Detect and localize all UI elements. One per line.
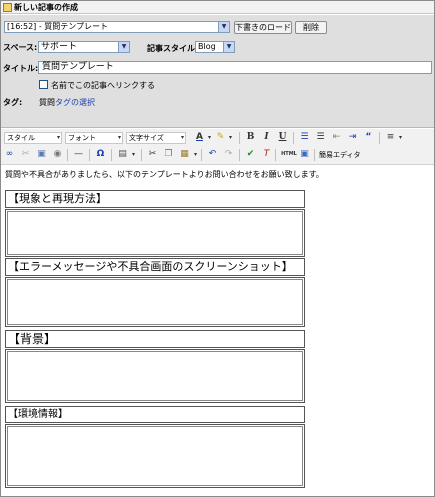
editor-content[interactable]: 質問や不具合がありましたら、以下のテンプレートよりお問い合わせをお願い致します。… — [1, 166, 434, 496]
section-body[interactable] — [5, 424, 305, 488]
space-label: スペース: — [3, 43, 38, 52]
chevron-down-icon: ▼ — [223, 42, 234, 52]
title-input[interactable]: 質問テンプレート — [38, 61, 432, 74]
bullet-list-icon[interactable]: ☰ — [315, 132, 326, 143]
link-icon[interactable]: ∞ — [4, 149, 15, 160]
chevron-down-icon: ▼ — [118, 42, 129, 52]
toolbar-separator — [89, 149, 90, 161]
unlink-icon[interactable]: ✂ — [20, 149, 31, 160]
tag-select-link[interactable]: タグの選択 — [55, 97, 95, 108]
article-style-select[interactable]: Blog ▼ — [195, 41, 235, 53]
numbered-list-icon[interactable]: ☰ — [299, 132, 310, 143]
bold-icon[interactable]: B — [245, 132, 256, 143]
font-size-select-value: 文字サイズ — [129, 134, 164, 142]
chevron-down-icon[interactable]: ▾ — [395, 132, 406, 143]
italic-icon[interactable]: I — [261, 132, 272, 143]
chevron-down-icon[interactable]: ▾ — [204, 132, 215, 143]
tag-label: タグ: — [3, 98, 23, 107]
insert-object-icon[interactable]: ▤ — [117, 149, 128, 160]
spellcheck-icon[interactable]: ✔ — [245, 149, 256, 160]
image-icon[interactable]: ▣ — [36, 149, 47, 160]
fullscreen-icon[interactable]: ▣ — [299, 149, 310, 160]
chevron-down-icon[interactable]: ▾ — [190, 149, 201, 160]
font-select[interactable]: フォント ▾ — [65, 132, 123, 144]
load-draft-button[interactable]: 下書きのロード — [234, 21, 292, 34]
toolbar-separator — [111, 149, 112, 161]
template-select[interactable]: [16:52] - 質問テンプレート ▼ — [4, 21, 230, 33]
space-select[interactable]: サポート ▼ — [38, 41, 130, 53]
remove-format-icon[interactable]: T — [261, 149, 272, 160]
html-source-icon[interactable]: HTML — [280, 149, 298, 160]
document-icon — [3, 3, 12, 12]
article-style-label: 記事スタイル — [147, 44, 195, 53]
space-select-value: サポート — [41, 42, 78, 52]
toolbar-separator — [314, 149, 315, 161]
section-body[interactable] — [5, 349, 305, 403]
anon-link-label: 名前でこの記事へリンクする — [51, 81, 155, 90]
chevron-down-icon: ▾ — [180, 134, 184, 141]
article-form: [16:52] - 質問テンプレート ▼ 下書きのロード 削除 スペース: サポ… — [1, 15, 434, 128]
chevron-down-icon[interactable]: ▾ — [128, 149, 139, 160]
intro-text: 質問や不具合がありましたら、以下のテンプレートよりお問い合わせをお願い致します。 — [5, 170, 324, 179]
toolbar-separator — [67, 149, 68, 161]
tag-value: 質問 — [39, 98, 55, 107]
section-heading: 【背景】 — [5, 330, 305, 348]
media-icon[interactable]: ◉ — [52, 149, 63, 160]
font-select-value: フォント — [68, 134, 96, 142]
special-char-icon[interactable]: Ω — [95, 149, 106, 160]
chevron-down-icon: ▼ — [218, 22, 229, 32]
toolbar-separator — [275, 149, 276, 161]
window-titlebar: 新しい記事の作成 — [1, 1, 434, 14]
underline-icon[interactable]: U — [277, 132, 288, 143]
cut-icon[interactable]: ✂ — [147, 149, 158, 160]
style-select-value: スタイル — [7, 134, 35, 142]
article-style-select-value: Blog — [198, 42, 216, 51]
indent-icon[interactable]: ⇥ — [347, 132, 358, 143]
section-body[interactable] — [5, 209, 305, 257]
chevron-down-icon: ▾ — [56, 134, 60, 141]
style-select[interactable]: スタイル ▾ — [4, 132, 62, 144]
outdent-icon[interactable]: ⇤ — [331, 132, 342, 143]
title-label: タイトル: — [3, 64, 39, 73]
redo-icon[interactable]: ↷ — [223, 149, 234, 160]
paste-icon[interactable]: ▦ — [179, 149, 190, 160]
simple-editor-link[interactable]: 簡易エディタ — [319, 150, 361, 160]
font-size-select[interactable]: 文字サイズ ▾ — [126, 132, 186, 144]
anon-link-checkbox[interactable] — [39, 80, 48, 89]
delete-button[interactable]: 削除 — [295, 21, 327, 34]
toolbar-separator — [239, 132, 240, 144]
horizontal-rule-icon[interactable]: — — [73, 149, 84, 160]
toolbar-separator — [239, 149, 240, 161]
template-select-value: [16:52] - 質問テンプレート — [7, 22, 109, 31]
section-heading: 【現象と再現方法】 — [5, 190, 305, 208]
compose-window: 新しい記事の作成 [16:52] - 質問テンプレート ▼ 下書きのロード 削除… — [0, 0, 435, 497]
section-body[interactable] — [5, 277, 305, 327]
copy-icon[interactable]: ❐ — [163, 149, 174, 160]
toolbar-separator — [293, 132, 294, 144]
toolbar-separator — [379, 132, 380, 144]
toolbar-separator — [141, 149, 142, 161]
undo-icon[interactable]: ↶ — [207, 149, 218, 160]
chevron-down-icon: ▾ — [117, 134, 121, 141]
chevron-down-icon[interactable]: ▾ — [225, 132, 236, 143]
blockquote-icon[interactable]: “ — [363, 132, 374, 143]
toolbar-separator — [201, 149, 202, 161]
editor-toolbar: スタイル ▾ フォント ▾ 文字サイズ ▾ A ▾ ✎ ▾ B I U ☰ ☰ ⇤ ⇥… — [1, 129, 434, 165]
section-heading: 【環境情報】 — [5, 406, 305, 423]
section-heading: 【エラーメッセージや不具合画面のスクリーンショット】 — [5, 258, 305, 276]
window-title: 新しい記事の作成 — [14, 3, 78, 12]
